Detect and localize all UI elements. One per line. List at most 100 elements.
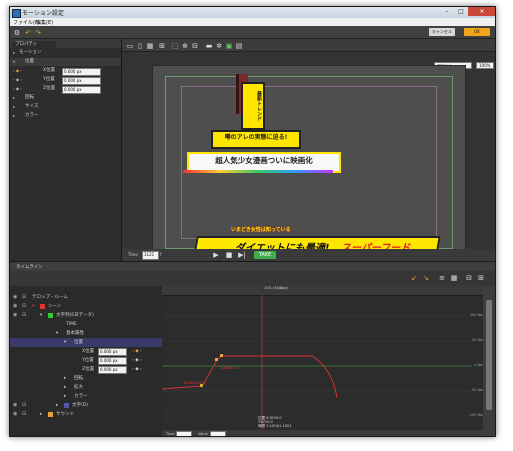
collapse-arrow-icon[interactable]: ▾ xyxy=(64,338,66,347)
gear-icon[interactable]: ⚙ xyxy=(13,29,21,37)
stop-icon[interactable]: ■ xyxy=(225,251,233,259)
lock-icon[interactable]: ⊟ xyxy=(22,311,26,320)
tab-properties[interactable]: プロパティ xyxy=(12,41,56,48)
tree-row[interactable]: X位置 0.000 px ‹ ◆ › xyxy=(10,347,162,356)
eye-icon[interactable]: ◉ xyxy=(13,410,17,419)
keyframe-nav-icon[interactable]: ‹ ◆ › xyxy=(13,76,22,84)
take-button[interactable]: TAKE xyxy=(254,251,276,259)
tree-row[interactable]: ◉ ⊟ ▸ サウンド xyxy=(10,410,162,419)
keyframe-remove-icon[interactable]: ↘ xyxy=(422,274,430,282)
graph-view-icon[interactable]: ▦ xyxy=(450,274,458,282)
tree-row[interactable]: ▸ 拡大 xyxy=(10,383,162,392)
list-view-icon[interactable]: ≡ xyxy=(438,274,446,282)
expand-arrow-icon[interactable]: ▸ xyxy=(40,410,42,419)
eye-icon[interactable]: ◉ xyxy=(13,302,17,311)
keyframe-nav-icon[interactable]: ‹ ◆ › xyxy=(13,85,22,93)
expand-arrow-icon[interactable]: ▸ xyxy=(64,383,66,392)
close-button[interactable]: ✕ xyxy=(468,7,495,16)
keyframe-marker[interactable] xyxy=(220,354,223,357)
camera-icon[interactable]: ▬ xyxy=(205,42,213,50)
ok-button[interactable]: OK xyxy=(464,28,490,36)
property-row-position[interactable]: ▾ 位置 xyxy=(10,58,121,66)
zoom-dropdown[interactable]: 100% xyxy=(476,62,494,69)
tl-z-position-field[interactable]: 0.000 px xyxy=(98,366,127,374)
property-row-motion[interactable]: ▸ モーション xyxy=(10,49,121,57)
keyframe-nav-icon[interactable]: ‹ ◆ › xyxy=(132,356,142,365)
tree-row[interactable]: ▾ 基本属性 xyxy=(10,329,162,338)
eye-icon[interactable]: ◉ xyxy=(13,401,17,410)
lock-icon[interactable]: ⊟ xyxy=(22,410,26,419)
telop-text-2[interactable]: 噂のアレの実態に迫る! xyxy=(211,130,301,149)
y-position-field[interactable]: 0.000 px xyxy=(62,77,101,85)
frame-field[interactable]: 1121 xyxy=(142,251,159,260)
tree-row[interactable]: ◉ ⊟ ▾ 文字列(6日データ) xyxy=(10,311,162,320)
play-icon[interactable]: ▶ xyxy=(212,251,220,259)
property-row-size[interactable]: ▸ サイズ xyxy=(10,103,121,111)
collapse-arrow-icon[interactable]: ▾ xyxy=(13,58,15,66)
align-icon[interactable]: ⊟ xyxy=(191,42,199,50)
expand-arrow-icon[interactable]: ▸ xyxy=(13,94,15,102)
maximize-button[interactable]: □ xyxy=(454,7,468,16)
lock-icon[interactable]: ⊟ xyxy=(22,401,26,410)
expand-arrow-icon[interactable]: ▸ xyxy=(13,49,15,57)
keyframe-nav-icon[interactable]: ‹ ◆ › xyxy=(13,67,22,75)
lock-icon[interactable]: ⊟ xyxy=(22,293,26,302)
step-icon[interactable]: ▶| xyxy=(238,251,246,259)
curve-graph[interactable]: 1:01 (40/8px) 0.062/0.12 0.062/0.014 位置 … xyxy=(162,286,485,436)
expand-arrow-icon[interactable]: ▸ xyxy=(64,392,66,401)
time-zoom-dropdown[interactable] xyxy=(176,431,192,436)
z-position-field[interactable]: 0.000 px xyxy=(62,86,101,94)
tl-y-position-field[interactable]: 0.000 px xyxy=(98,357,127,365)
layout-double-icon[interactable]: ▯ xyxy=(136,42,144,50)
expand-arrow-icon[interactable]: ▸ xyxy=(56,401,58,410)
grid-icon[interactable]: ⊞ xyxy=(158,42,166,50)
eye-icon[interactable]: ◉ xyxy=(13,311,17,320)
fit-icon[interactable]: ⊟ xyxy=(465,274,473,282)
collapse-arrow-icon[interactable]: ▾ xyxy=(56,329,58,338)
monitor-icon[interactable]: ▤ xyxy=(235,42,243,50)
tree-row[interactable]: ◉ ⊟ テロップ・ルーム xyxy=(10,293,162,302)
zoom-fit-icon[interactable]: ⊞ xyxy=(477,274,485,282)
property-row-color[interactable]: ▸ カラー xyxy=(10,112,121,120)
timeline-scrollbar[interactable] xyxy=(483,286,495,436)
keyframe-marker[interactable] xyxy=(215,358,218,361)
lock-icon[interactable]: ⊟ xyxy=(22,302,26,311)
expand-arrow-icon[interactable]: ▸ xyxy=(64,374,66,383)
safe-area-icon[interactable]: ⬚ xyxy=(171,42,179,50)
layout-single-icon[interactable]: ▭ xyxy=(126,42,134,50)
value-zoom-dropdown[interactable] xyxy=(210,431,226,436)
keyframe-nav-icon[interactable]: ‹ ◆ › xyxy=(132,365,142,374)
render-icon[interactable]: ▣ xyxy=(225,42,233,50)
tree-row[interactable]: Y位置 0.000 px ‹ ◆ › xyxy=(10,356,162,365)
light-icon[interactable]: ✲ xyxy=(215,42,223,50)
telop-text-4[interactable]: いまどき女性は知っている xyxy=(231,226,291,233)
menu-edit[interactable]: 編集(E) xyxy=(36,19,53,26)
tree-row[interactable]: ◉ ⊟ ▸ 文字(D) xyxy=(10,401,162,410)
expand-arrow-icon[interactable]: ▸ xyxy=(13,103,15,111)
tree-row[interactable]: ▸ カラー xyxy=(10,392,162,401)
redo-icon[interactable]: ↷ xyxy=(34,29,42,37)
collapse-arrow-icon[interactable]: ▾ xyxy=(40,311,42,320)
preview-canvas[interactable]: 最新トレンド 噂のアレの実態に迫る! 超人気少女漫画ついに映画化 いまどき女性は… xyxy=(152,65,466,258)
tree-row-selected[interactable]: ▾ 位置 xyxy=(10,338,162,347)
undo-icon[interactable]: ↶ xyxy=(24,29,32,37)
property-row-rotation[interactable]: ▸ 回転 xyxy=(10,94,121,102)
cancel-button[interactable]: キャンセル xyxy=(429,28,455,36)
telop-text-1[interactable]: 最新トレンド xyxy=(241,82,265,130)
tl-x-position-field[interactable]: 0.000 px xyxy=(98,348,127,356)
eye-icon[interactable]: ◉ xyxy=(13,293,17,302)
keyframe-nav-icon[interactable]: ‹ ◆ › xyxy=(132,347,142,356)
x-position-field[interactable]: 0.000 px xyxy=(62,68,101,76)
keyframe-add-icon[interactable]: ↙ xyxy=(410,274,418,282)
minimize-button[interactable]: – xyxy=(440,7,454,16)
collapse-arrow-icon[interactable]: ▾ xyxy=(32,302,34,311)
layout-quad-icon[interactable]: ▦ xyxy=(146,42,154,50)
tab-timeline[interactable]: タイムライン xyxy=(16,264,43,270)
tree-row[interactable]: TIME xyxy=(10,320,162,329)
tree-row[interactable]: Z位置 0.000 px ‹ ◆ › xyxy=(10,365,162,374)
center-icon[interactable]: ⊕ xyxy=(181,42,189,50)
tree-row[interactable]: ◉ ⊟ ▾ シーン xyxy=(10,302,162,311)
expand-arrow-icon[interactable]: ▸ xyxy=(13,112,15,120)
scrollbar-thumb[interactable] xyxy=(486,300,492,410)
tree-row[interactable]: ▸ 回転 xyxy=(10,374,162,383)
